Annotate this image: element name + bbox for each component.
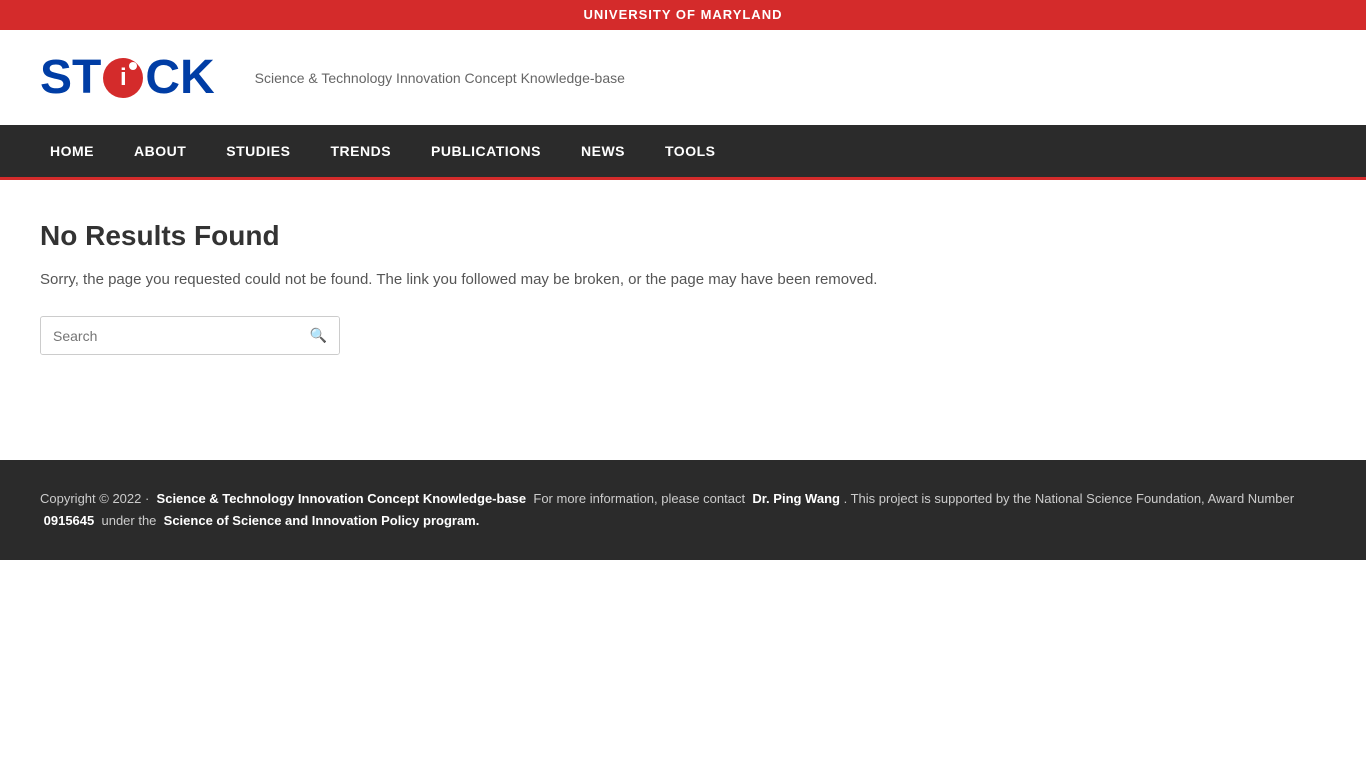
logo-container: ST i CK xyxy=(40,50,215,105)
university-name: UNIVERSITY OF MARYLAND xyxy=(584,7,783,22)
nav-link-home[interactable]: HOME xyxy=(30,125,114,177)
footer-support-text: . This project is supported by the Natio… xyxy=(844,491,1294,506)
footer-contact-prefix: For more information, please contact xyxy=(533,491,745,506)
footer-copyright: Copyright © 2022 · xyxy=(40,491,149,506)
footer-text: Copyright © 2022 · Science & Technology … xyxy=(40,488,1326,532)
logo-ck: CK xyxy=(145,50,214,105)
header: ST i CK Science & Technology Innovation … xyxy=(0,30,1366,125)
nav-item-home: HOME xyxy=(30,125,114,177)
footer-site-name: Science & Technology Innovation Concept … xyxy=(157,491,527,506)
nav-item-about: ABOUT xyxy=(114,125,206,177)
nav-item-publications: PUBLICATIONS xyxy=(411,125,561,177)
nav-link-tools[interactable]: TOOLS xyxy=(645,125,735,177)
logo-link[interactable]: ST i CK xyxy=(40,50,215,105)
error-title: No Results Found xyxy=(40,220,1326,252)
error-description: Sorry, the page you requested could not … xyxy=(40,268,1326,292)
nav-link-studies[interactable]: STUDIES xyxy=(206,125,310,177)
main-content: No Results Found Sorry, the page you req… xyxy=(0,180,1366,460)
search-button[interactable]: 🔍 xyxy=(298,317,339,354)
footer-program-name: Science of Science and Innovation Policy… xyxy=(164,513,480,528)
nav-item-news: NEWS xyxy=(561,125,645,177)
logo-st: ST xyxy=(40,50,101,105)
footer-contact-name: Dr. Ping Wang xyxy=(752,491,840,506)
top-bar: UNIVERSITY OF MARYLAND xyxy=(0,0,1366,30)
search-icon: 🔍 xyxy=(310,327,327,343)
nav-link-news[interactable]: NEWS xyxy=(561,125,645,177)
nav-list: HOME ABOUT STUDIES TRENDS PUBLICATIONS N… xyxy=(0,125,1366,177)
site-tagline: Science & Technology Innovation Concept … xyxy=(255,70,625,86)
nav-link-about[interactable]: ABOUT xyxy=(114,125,206,177)
search-form[interactable]: 🔍 xyxy=(40,316,340,355)
footer-award-number: 0915645 xyxy=(44,513,95,528)
logo-i-icon: i xyxy=(103,58,143,98)
footer-program-prefix: under the xyxy=(101,513,156,528)
nav-link-publications[interactable]: PUBLICATIONS xyxy=(411,125,561,177)
footer: Copyright © 2022 · Science & Technology … xyxy=(0,460,1366,560)
search-input[interactable] xyxy=(41,318,298,354)
navbar: HOME ABOUT STUDIES TRENDS PUBLICATIONS N… xyxy=(0,125,1366,180)
nav-link-trends[interactable]: TRENDS xyxy=(310,125,411,177)
nav-item-tools: TOOLS xyxy=(645,125,735,177)
nav-item-trends: TRENDS xyxy=(310,125,411,177)
nav-item-studies: STUDIES xyxy=(206,125,310,177)
